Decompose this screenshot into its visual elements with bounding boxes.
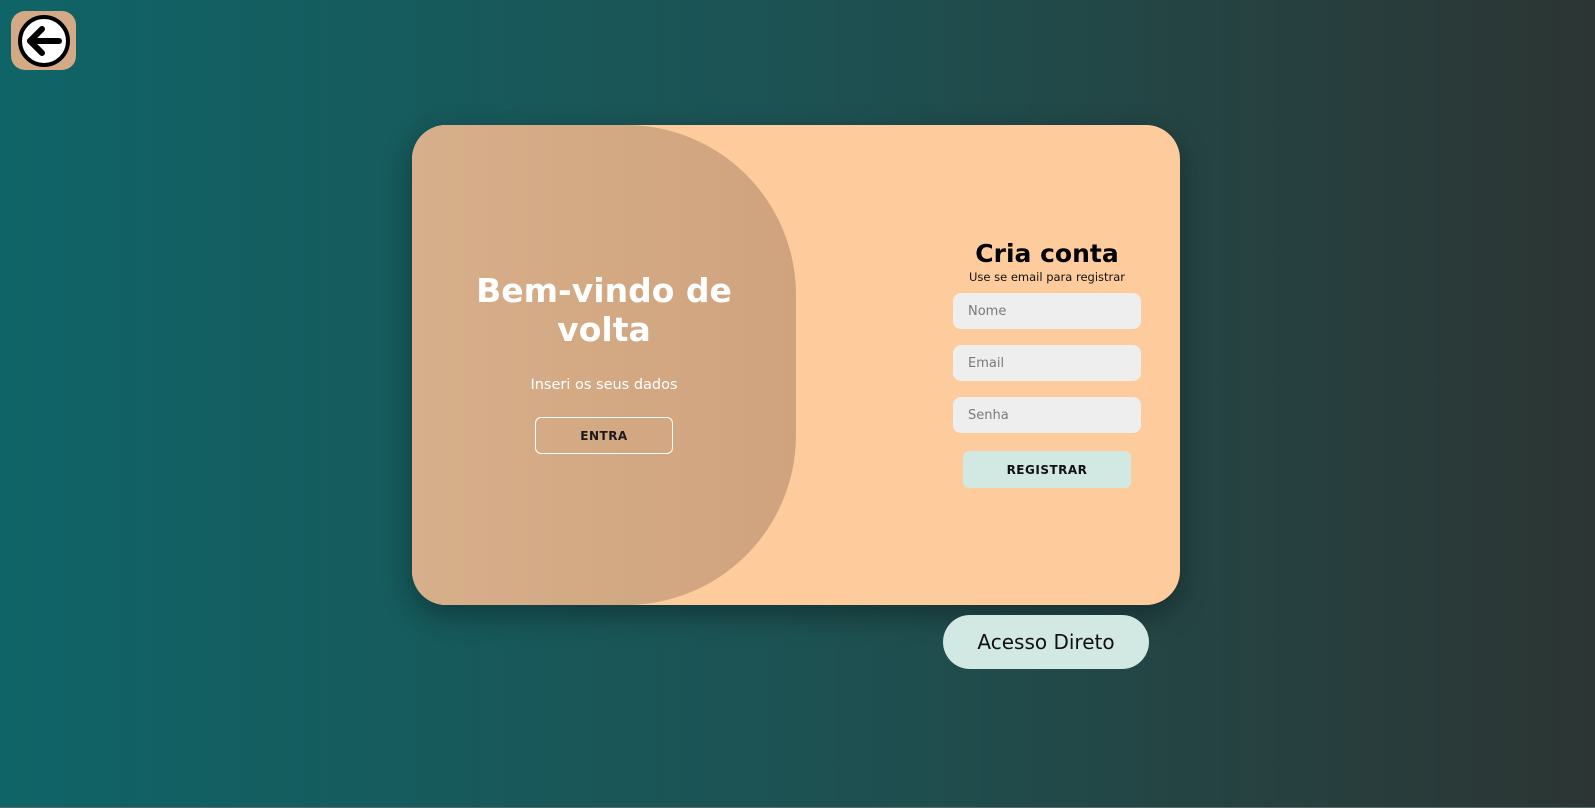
email-field[interactable] [953, 345, 1141, 381]
arrow-left-circle-icon [17, 14, 70, 67]
auth-card: Bem-vindo de volta Inseri os seus dados … [412, 125, 1180, 605]
register-button[interactable]: REGISTRAR [963, 451, 1131, 488]
welcome-title: Bem-vindo de volta [476, 271, 732, 349]
welcome-subtitle: Inseri os seus dados [530, 377, 678, 393]
register-subtitle: Use se email para registrar [968, 270, 1126, 284]
direct-access-button[interactable]: Acesso Direto [943, 615, 1149, 669]
register-title: Cria conta [975, 239, 1119, 268]
password-field[interactable] [953, 397, 1141, 433]
enter-button[interactable]: ENTRA [535, 417, 673, 454]
name-field[interactable] [953, 293, 1141, 329]
back-button[interactable] [11, 11, 76, 70]
register-form: Cria conta Use se email para registrar R… [952, 239, 1142, 488]
welcome-panel: Bem-vindo de volta Inseri os seus dados … [412, 125, 796, 605]
